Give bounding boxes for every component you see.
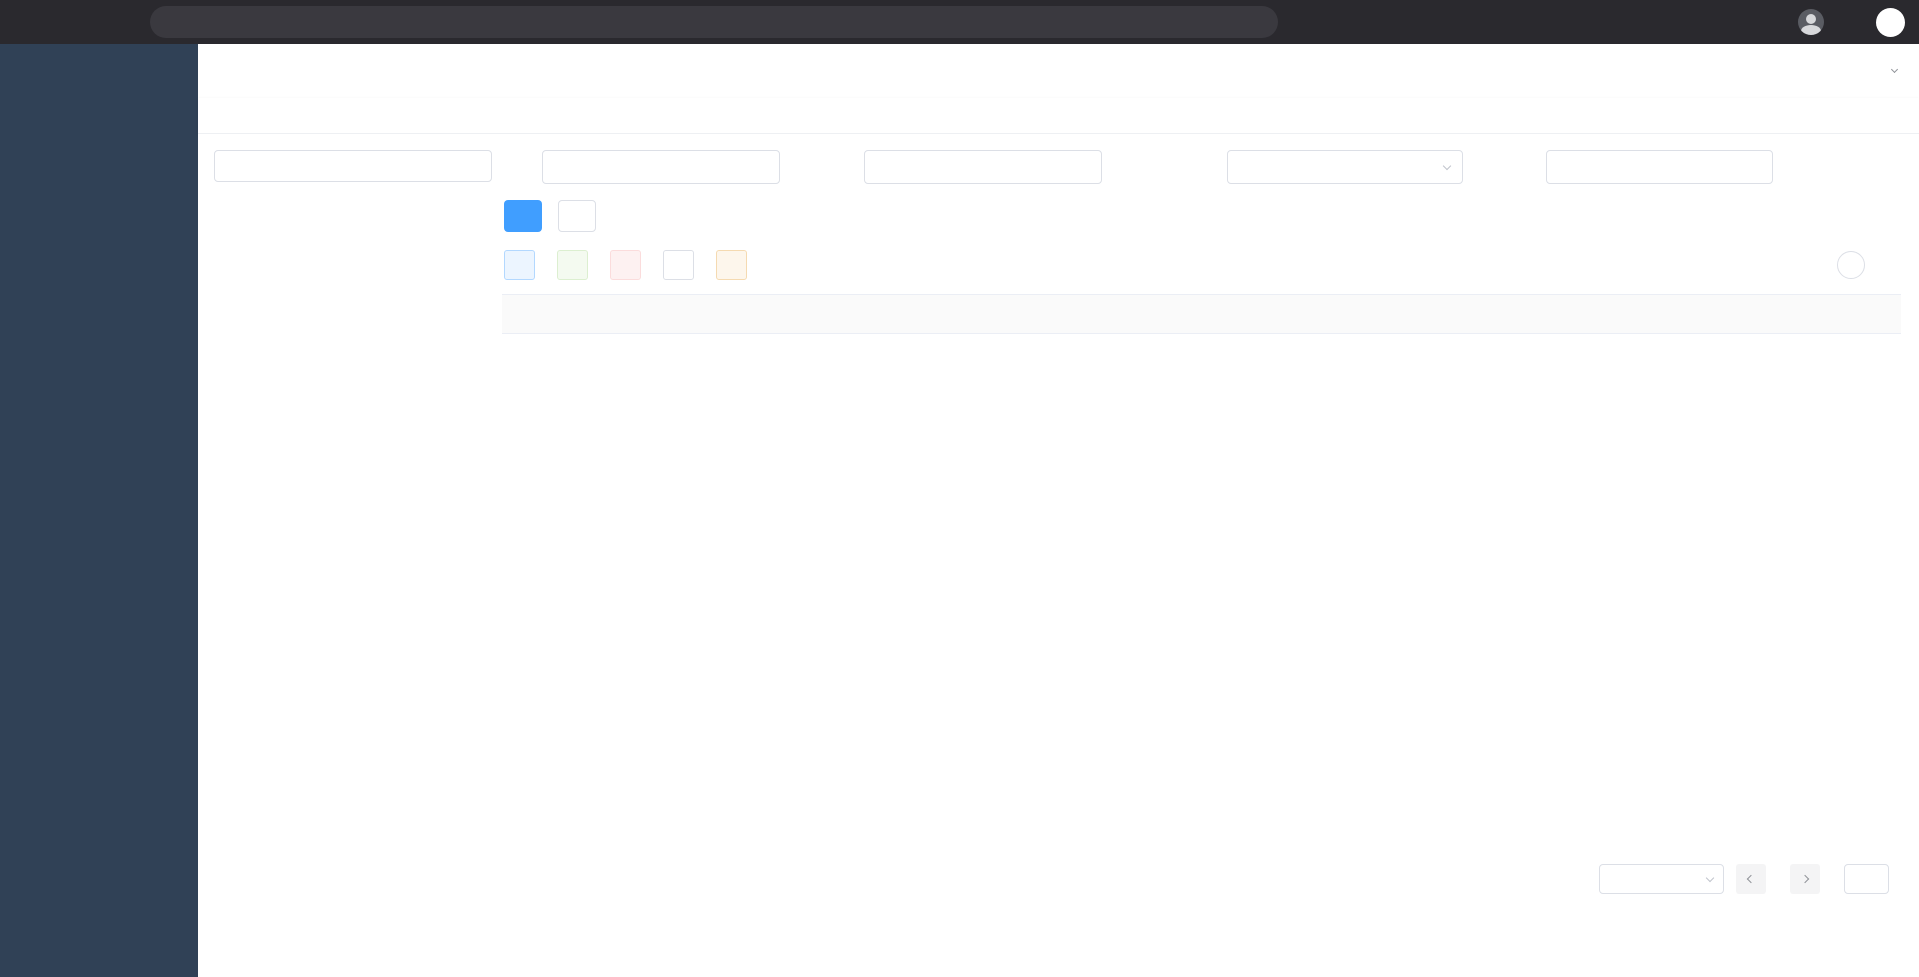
import-button[interactable] bbox=[663, 250, 694, 280]
browser-profile-avatar[interactable] bbox=[1798, 9, 1824, 35]
add-favorite-icon[interactable] bbox=[1588, 6, 1620, 38]
chevron-left-icon bbox=[1747, 875, 1755, 883]
table-toolbar bbox=[504, 250, 1901, 280]
bing-copilot-icon[interactable] bbox=[1876, 8, 1905, 37]
favorites-icon[interactable] bbox=[1714, 6, 1746, 38]
zoom-out-icon[interactable] bbox=[1546, 6, 1578, 38]
export-button[interactable] bbox=[716, 250, 747, 280]
next-page-button[interactable] bbox=[1790, 864, 1820, 894]
created-field-group bbox=[1534, 150, 1773, 184]
page-size-select[interactable] bbox=[1599, 864, 1724, 894]
browser-nav-group bbox=[14, 6, 134, 38]
chevron-right-icon bbox=[1801, 875, 1809, 883]
user-table bbox=[502, 294, 1901, 334]
back-icon[interactable] bbox=[14, 6, 46, 38]
search-form bbox=[530, 150, 1903, 184]
phone-field-group bbox=[852, 150, 1102, 184]
sidebar-menu bbox=[0, 98, 198, 102]
more-icon[interactable] bbox=[1834, 6, 1866, 38]
user-avatar-logo[interactable] bbox=[1888, 67, 1897, 75]
browser-actions bbox=[1462, 6, 1905, 38]
table-header-row bbox=[502, 294, 1901, 334]
read-aloud-icon[interactable] bbox=[1504, 6, 1536, 38]
chevron-down-icon bbox=[1443, 161, 1451, 169]
username-input[interactable] bbox=[542, 150, 780, 184]
prev-page-button[interactable] bbox=[1736, 864, 1766, 894]
search-button[interactable] bbox=[504, 200, 542, 232]
address-bar[interactable] bbox=[150, 6, 1278, 38]
tags-view-bar bbox=[198, 98, 1919, 134]
browser-toolbar bbox=[0, 0, 1919, 44]
phone-input[interactable] bbox=[864, 150, 1102, 184]
browser-essentials-icon[interactable] bbox=[1630, 6, 1662, 38]
dept-tree-panel bbox=[214, 150, 492, 195]
status-field-group bbox=[1215, 150, 1463, 184]
collections-icon[interactable] bbox=[1756, 6, 1788, 38]
chevron-down-icon bbox=[1706, 874, 1714, 882]
split-screen-icon[interactable] bbox=[1672, 6, 1704, 38]
browser-home-icon[interactable] bbox=[102, 6, 134, 38]
goto-page-input[interactable] bbox=[1844, 864, 1889, 894]
add-button[interactable] bbox=[504, 250, 535, 280]
app-header bbox=[198, 44, 1919, 98]
search-buttons-row bbox=[504, 200, 596, 232]
status-select[interactable] bbox=[1227, 150, 1463, 184]
app-logo bbox=[0, 44, 198, 98]
table-tools bbox=[1837, 251, 1901, 279]
sidebar bbox=[0, 44, 198, 977]
key-icon[interactable] bbox=[1462, 6, 1494, 38]
dept-search-box bbox=[214, 150, 492, 182]
reset-button[interactable] bbox=[558, 200, 596, 232]
edit-button[interactable] bbox=[557, 250, 588, 280]
pagination bbox=[1587, 864, 1901, 894]
username-field-group bbox=[530, 150, 780, 184]
reload-icon[interactable] bbox=[58, 6, 90, 38]
date-range-picker[interactable] bbox=[1546, 150, 1773, 184]
chevron-down-icon bbox=[1891, 66, 1898, 73]
show-search-icon[interactable] bbox=[1837, 251, 1865, 279]
delete-button[interactable] bbox=[610, 250, 641, 280]
header-actions bbox=[1778, 67, 1897, 75]
main-content bbox=[198, 134, 1919, 977]
dept-search-input[interactable] bbox=[232, 159, 481, 174]
